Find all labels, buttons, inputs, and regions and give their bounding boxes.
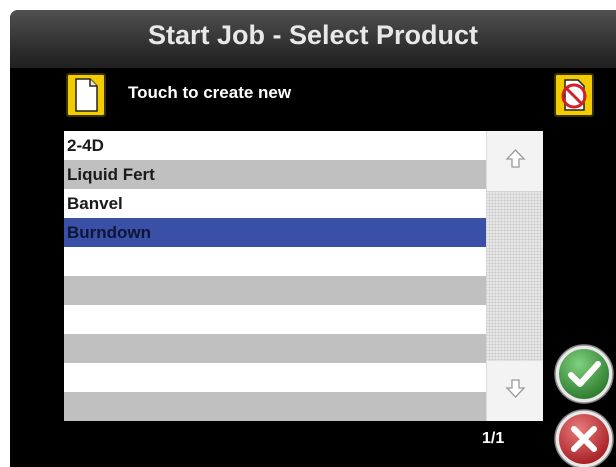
product-label: Liquid Fert <box>67 165 155 184</box>
product-row[interactable] <box>64 247 486 276</box>
product-row-selected[interactable]: Burndown <box>64 218 486 247</box>
cancel-button[interactable] <box>552 407 616 467</box>
delete-product-button[interactable] <box>554 73 594 117</box>
product-label: Burndown <box>67 223 152 242</box>
product-row[interactable] <box>64 334 486 363</box>
scroll-track[interactable] <box>486 191 543 361</box>
arrow-down-icon <box>505 379 526 398</box>
product-list: 2-4D Liquid Fert Banvel Burndown <box>64 131 486 421</box>
product-row[interactable] <box>64 392 486 421</box>
title-bar: Start Job - Select Product <box>10 10 616 68</box>
create-new-button[interactable] <box>66 73 106 117</box>
page-title: Start Job - Select Product <box>147 20 479 50</box>
new-document-icon <box>75 78 98 112</box>
product-row[interactable]: 2-4D <box>64 131 486 160</box>
checkmark-icon <box>554 344 614 404</box>
screen: Start Job - Select Product Touch to crea… <box>0 0 616 467</box>
arrow-up-icon <box>505 149 526 168</box>
no-document-icon <box>561 79 587 111</box>
dialog-panel: Start Job - Select Product Touch to crea… <box>10 10 616 467</box>
page-indicator: 1/1 <box>482 430 505 447</box>
x-icon <box>554 409 614 467</box>
list-scrollbar[interactable] <box>486 131 543 421</box>
accept-button[interactable] <box>552 342 616 406</box>
scroll-up-button[interactable] <box>486 131 543 191</box>
product-row[interactable] <box>64 276 486 305</box>
product-label: Banvel <box>67 194 123 213</box>
scroll-down-button[interactable] <box>486 361 543 421</box>
product-row[interactable] <box>64 363 486 392</box>
product-label: 2-4D <box>67 136 104 155</box>
create-new-label[interactable]: Touch to create new <box>128 83 291 103</box>
product-row[interactable]: Banvel <box>64 189 486 218</box>
product-row[interactable] <box>64 305 486 334</box>
product-row[interactable]: Liquid Fert <box>64 160 486 189</box>
